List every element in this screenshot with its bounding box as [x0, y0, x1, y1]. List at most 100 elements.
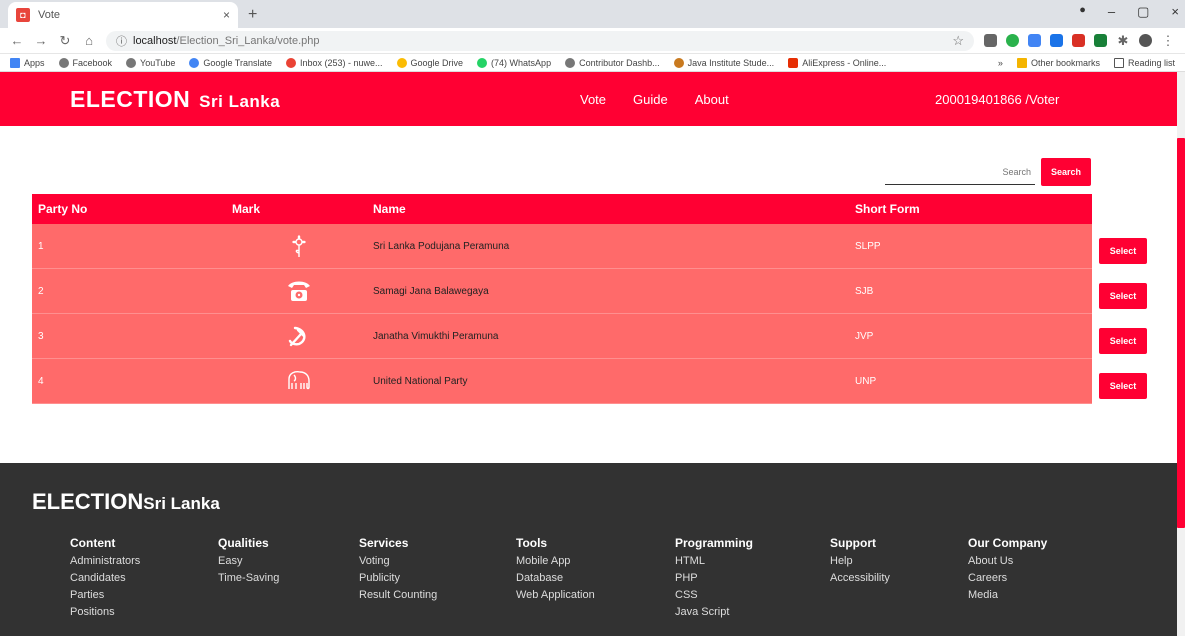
bookmark-item[interactable]: Google Translate — [189, 57, 272, 68]
record-icon[interactable]: ● — [1079, 4, 1086, 20]
site-brand[interactable]: ELECTION Sri Lanka — [70, 86, 280, 113]
select-button[interactable]: Select — [1099, 328, 1147, 354]
page-viewport: ELECTION Sri Lanka Vote Guide About 2000… — [0, 72, 1185, 636]
site-navbar: ELECTION Sri Lanka Vote Guide About 2000… — [0, 72, 1185, 126]
tab-title: Vote — [38, 9, 61, 21]
footer-column-content: Content Administrators Candidates Partie… — [70, 536, 141, 618]
close-tab-icon[interactable]: × — [223, 8, 230, 22]
footer-link[interactable]: HTML — [675, 555, 753, 567]
footer-link[interactable]: Careers — [968, 572, 1047, 584]
footer-link[interactable]: Java Script — [675, 606, 753, 618]
footer-link[interactable]: Media — [968, 589, 1047, 601]
globe-icon — [126, 57, 137, 68]
address-bar[interactable]: ⓘ localhost /Election_Sri_Lanka/vote.php… — [106, 30, 974, 51]
new-tab-icon[interactable]: + — [248, 6, 257, 24]
extension-icon[interactable] — [984, 34, 997, 47]
search-button[interactable]: Search — [1041, 158, 1092, 186]
footer-column-qualities: Qualities Easy Time-Saving — [218, 536, 280, 584]
telephone-icon — [285, 277, 313, 305]
back-icon[interactable]: ← — [10, 33, 24, 48]
aliexpress-icon — [788, 57, 799, 68]
footer-link[interactable]: Publicity — [359, 572, 437, 584]
footer-column-tools: Tools Mobile App Database Web Applicatio… — [516, 536, 595, 601]
party-table: Party No Mark Name Short Form 1 Sri Lank… — [32, 194, 1092, 404]
bookmark-item[interactable]: Facebook — [58, 57, 112, 68]
bookmark-item[interactable]: Java Institute Stude... — [673, 57, 774, 68]
table-header: Party No Mark Name Short Form — [32, 194, 1092, 224]
bookmark-item[interactable]: AliExpress - Online... — [788, 57, 886, 68]
browser-tab[interactable]: ◘ Vote × — [8, 2, 238, 28]
footer-link[interactable]: PHP — [675, 572, 753, 584]
nav-link-guide[interactable]: Guide — [633, 92, 668, 107]
scrollbar-thumb[interactable] — [1177, 138, 1185, 528]
footer-link[interactable]: Help — [830, 555, 890, 567]
favicon-icon: ◘ — [16, 8, 30, 22]
info-icon[interactable]: ⓘ — [116, 33, 127, 49]
footer-link[interactable]: Database — [516, 572, 595, 584]
extension-icons: ✱ ⋮ — [984, 33, 1175, 49]
translate-icon[interactable] — [1028, 34, 1041, 47]
table-row: 2 Samagi Jana Balawegaya SJB — [32, 269, 1092, 314]
bookmarks-bar: Apps Facebook YouTube Google Translate I… — [0, 54, 1185, 72]
footer-link[interactable]: Easy — [218, 555, 279, 567]
menu-dots-icon[interactable]: ⋮ — [1161, 33, 1175, 49]
maximize-icon[interactable]: ▢ — [1137, 4, 1149, 20]
avatar[interactable] — [1139, 34, 1152, 47]
reload-icon[interactable]: ↻ — [58, 33, 72, 49]
bookmark-star-icon[interactable]: ☆ — [952, 33, 964, 49]
extension-icon[interactable] — [1006, 34, 1019, 47]
shield-icon[interactable] — [1094, 34, 1107, 47]
footer-link[interactable]: Mobile App — [516, 555, 595, 567]
footer-column-programming: Programming HTML PHP CSS Java Script — [675, 536, 754, 618]
folder-icon — [1016, 57, 1027, 68]
header-party-no: Party No — [38, 202, 88, 216]
reading-list[interactable]: Reading list — [1113, 57, 1175, 68]
footer-link[interactable]: Time-Saving — [218, 572, 279, 584]
party-no: 3 — [38, 330, 44, 342]
footer-link[interactable]: CSS — [675, 589, 753, 601]
puzzle-icon[interactable]: ✱ — [1116, 33, 1130, 49]
nav-link-vote[interactable]: Vote — [580, 92, 606, 107]
other-bookmarks[interactable]: Other bookmarks — [1016, 57, 1100, 68]
nav-link-about[interactable]: About — [695, 92, 729, 107]
java-icon — [673, 57, 684, 68]
header-short-form: Short Form — [855, 202, 920, 216]
bookmark-item[interactable]: (74) WhatsApp — [477, 57, 551, 68]
home-icon[interactable]: ⌂ — [82, 33, 96, 48]
bookmark-item[interactable]: Inbox (253) - nuwe... — [285, 57, 383, 68]
header-name: Name — [373, 202, 406, 216]
bookmark-item[interactable]: YouTube — [126, 57, 175, 68]
footer-link[interactable]: Result Counting — [359, 589, 437, 601]
bookmarks-overflow-icon[interactable]: » — [998, 58, 1003, 68]
select-button[interactable]: Select — [1099, 283, 1147, 309]
footer-link[interactable]: Web Application — [516, 589, 595, 601]
footer-link[interactable]: Candidates — [70, 572, 140, 584]
user-id-label[interactable]: 200019401866 /Voter — [935, 92, 1059, 107]
footer-link[interactable]: Parties — [70, 589, 140, 601]
bookmark-item[interactable]: Google Drive — [396, 57, 463, 68]
flower-icon — [285, 232, 313, 260]
extension-icon[interactable] — [1050, 34, 1063, 47]
browser-tab-strip: ◘ Vote × + ● – ▢ × — [0, 0, 1185, 28]
bookmark-item[interactable]: Apps — [10, 57, 45, 68]
table-row: 1 Sri Lanka Podujana Peramuna SLPP — [32, 224, 1092, 269]
footer-link[interactable]: Accessibility — [830, 572, 890, 584]
browser-toolbar: ← → ↻ ⌂ ⓘ localhost /Election_Sri_Lanka/… — [0, 28, 1185, 54]
party-no: 4 — [38, 375, 44, 387]
forward-icon[interactable]: → — [34, 33, 48, 48]
select-button[interactable]: Select — [1099, 373, 1147, 399]
whatsapp-icon — [477, 57, 488, 68]
party-name: Samagi Jana Balawegaya — [373, 285, 489, 297]
close-window-icon[interactable]: × — [1171, 4, 1179, 20]
footer-link[interactable]: Administrators — [70, 555, 140, 567]
footer-link[interactable]: About Us — [968, 555, 1047, 567]
pdf-icon[interactable] — [1072, 34, 1085, 47]
footer-link[interactable]: Voting — [359, 555, 437, 567]
search-input[interactable] — [885, 159, 1035, 185]
select-button[interactable]: Select — [1099, 238, 1147, 264]
party-no: 2 — [38, 285, 44, 297]
drive-icon — [396, 57, 407, 68]
bookmark-item[interactable]: Contributor Dashb... — [565, 57, 660, 68]
minimize-icon[interactable]: – — [1108, 4, 1115, 20]
footer-link[interactable]: Positions — [70, 606, 140, 618]
